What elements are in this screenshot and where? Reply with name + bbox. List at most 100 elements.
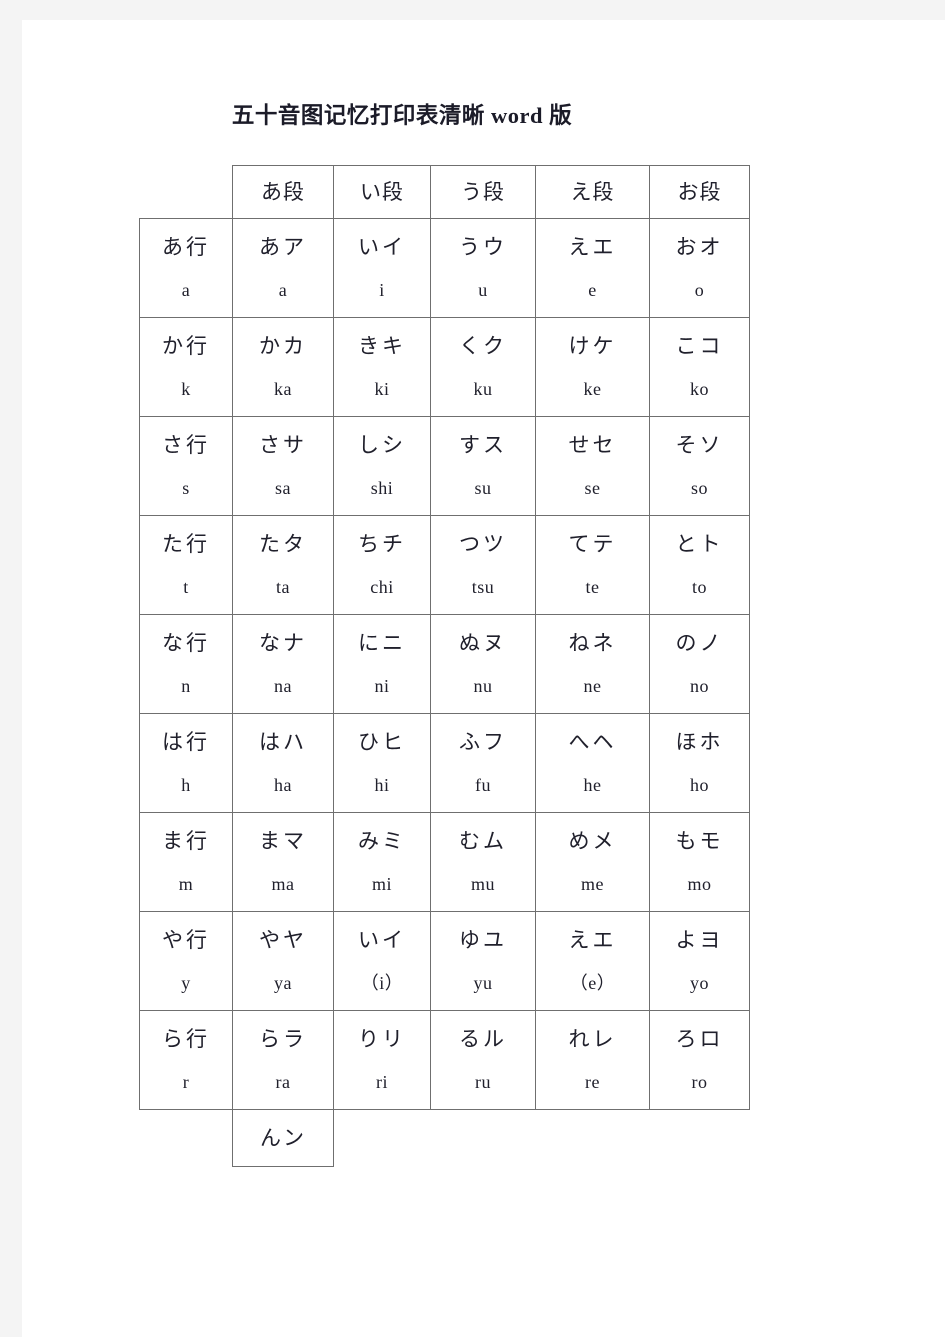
kana-cell: にニ ni [333,614,431,714]
romaji: fu [475,774,491,795]
row-header-cell: な行 n [139,614,233,714]
kana-cell: えエ e [535,218,650,318]
table-corner-cell [140,166,233,219]
column-header-cell: あ段 [232,165,334,219]
row-header-kana: さ行 [162,432,210,457]
kana-pair: とト [675,531,724,556]
romaji: na [274,675,292,696]
column-header-label: い段 [360,179,404,204]
table-row: ら行 r らラ ra りリ ri るル ru れレ re ろロ ro [139,1010,750,1110]
row-header-romaji: n [181,675,191,696]
table-row: か行 k かカ ka きキ ki くク ku けケ ke こコ ko [139,317,750,417]
kana-cell: れレ re [535,1010,650,1110]
column-header-cell: い段 [333,165,431,219]
kana-pair: えエ [568,234,617,259]
romaji: yo [690,972,709,993]
empty-cell [650,1110,750,1167]
column-header-cell: お段 [649,165,750,219]
column-header-cell: う段 [430,165,536,219]
row-header-kana: か行 [162,333,210,358]
table-row: な行 n なナ na にニ ni ぬヌ nu ねネ ne のノ no [139,614,750,714]
kana-pair: うウ [459,234,507,259]
romaji: ra [275,1071,291,1092]
kana-cell: きキ ki [333,317,431,417]
kana-cell: ちチ chi [333,515,431,615]
kana-cell: たタ ta [232,515,334,615]
kana-cell: ひヒ hi [333,713,431,813]
row-header-kana: ま行 [162,828,210,853]
kana-pair: かカ [259,333,307,358]
kana-cell: くク ku [430,317,536,417]
kana-cell: ほホ ho [649,713,750,813]
romaji: （e） [569,972,616,993]
romaji: shi [370,477,394,498]
kana-cell: えエ （e） [535,911,650,1011]
romaji: i [379,279,385,300]
romaji: ro [691,1071,708,1092]
row-header-romaji: a [181,279,191,300]
kana-pair: むム [459,828,507,853]
kana-pair: もモ [675,828,724,853]
romaji: no [690,675,709,696]
kana-pair: さサ [259,432,307,457]
kana-pair: てテ [568,531,617,556]
kana-cell: るル ru [430,1010,536,1110]
kana-pair: くク [459,333,507,358]
kana-pair: んン [260,1125,306,1150]
romaji: （i） [360,972,404,993]
kana-pair: しシ [358,432,406,457]
kana-cell: やヤ ya [232,911,334,1011]
column-header-label: う段 [461,179,505,204]
kana-pair: のノ [675,630,724,655]
table-header-row: あ段 い段 う段 え段 お段 [140,165,750,219]
kana-pair: ほホ [675,729,724,754]
row-header-kana: は行 [162,729,210,754]
romaji: o [694,279,705,300]
row-header-kana: ら行 [162,1026,210,1051]
kana-pair: にニ [358,630,406,655]
kana-pair: たタ [259,531,307,556]
kana-cell: なナ na [232,614,334,714]
romaji: su [474,477,492,498]
row-header-romaji: k [181,378,191,399]
kana-pair: ゆユ [459,927,507,952]
romaji: ne [583,675,602,696]
empty-cell [140,1110,233,1167]
kana-cell: らラ ra [232,1010,334,1110]
romaji: yu [473,972,493,993]
kana-pair: らラ [259,1026,307,1051]
kana-cell: けケ ke [535,317,650,417]
kana-cell: てテ te [535,515,650,615]
romaji: ta [276,576,290,597]
document-page: 五十音图记忆打印表清晰 word 版 あ段 い段 う段 え段 お段 あ行 a あ… [22,20,945,1337]
kana-cell: とト to [649,515,750,615]
kana-pair: ちチ [358,531,406,556]
romaji: ho [690,774,709,795]
kana-cell: おオ o [649,218,750,318]
romaji: he [583,774,602,795]
row-header-romaji: r [182,1071,190,1092]
kana-pair: やヤ [259,927,307,952]
kana-cell: ぬヌ nu [430,614,536,714]
table-row: は行 h はハ ha ひヒ hi ふフ fu へヘ he ほホ ho [139,713,750,813]
kana-pair: ひヒ [358,729,406,754]
romaji: mo [687,873,712,894]
column-header-label: え段 [570,179,615,204]
kana-cell: あア a [232,218,334,318]
kana-cell: のノ no [649,614,750,714]
romaji: re [585,1071,600,1092]
row-header-kana: あ行 [162,234,210,259]
row-header-cell: は行 h [139,713,233,813]
romaji: ka [274,378,292,399]
kana-cell: ろロ ro [649,1010,750,1110]
kana-cell-n: んン [232,1109,334,1167]
romaji: se [584,477,601,498]
romaji: ko [690,378,709,399]
kana-cell: まマ ma [232,812,334,912]
row-header-kana: や行 [162,927,210,952]
kana-pair: ぬヌ [459,630,507,655]
romaji: ki [374,378,390,399]
kana-pair: せセ [568,432,617,457]
romaji: mi [371,873,392,894]
kana-pair: いイ [358,927,406,952]
